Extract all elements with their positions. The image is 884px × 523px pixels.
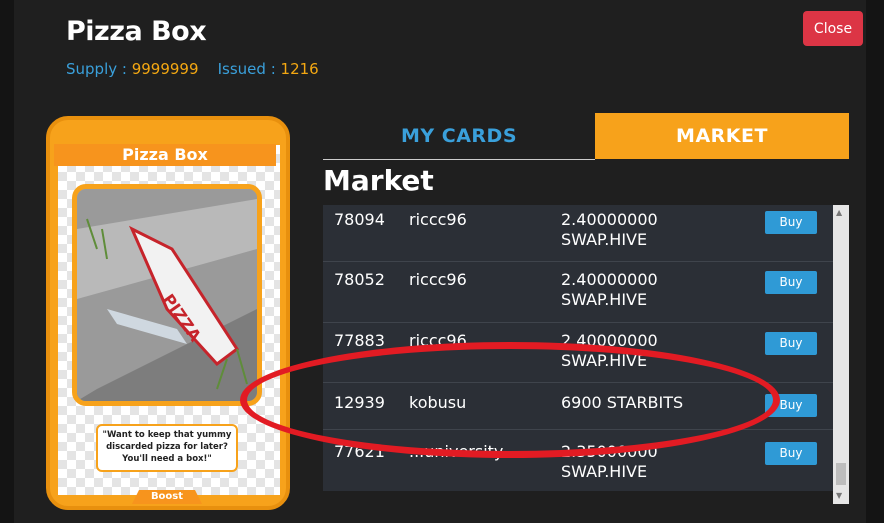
listing-id: 12939 <box>334 393 385 412</box>
table-row: 78052 riccc96 2.40000000 SWAP.HIVE Buy <box>323 262 833 323</box>
card-boost-label: Boost <box>132 490 202 504</box>
listing-price: 2.35000000 SWAP.HIVE <box>561 442 658 481</box>
table-row: 77621 ...university 2.35000000 SWAP.HIVE… <box>323 430 833 491</box>
listing-price: 6900 STARBITS <box>561 393 684 412</box>
listing-price: 2.40000000 SWAP.HIVE <box>561 331 658 370</box>
supply-value: 9999999 <box>131 60 199 78</box>
seller-name: ...university <box>409 442 504 461</box>
seller-name: riccc96 <box>409 331 467 350</box>
card-art: PIZZA <box>72 184 262 406</box>
listing-price: 2.40000000 SWAP.HIVE <box>561 270 658 309</box>
close-button[interactable]: Close <box>803 11 863 46</box>
table-row: 12939 kobusu 6900 STARBITS Buy <box>323 383 833 430</box>
seller-name: riccc96 <box>409 270 467 289</box>
listing-price: 2.40000000 SWAP.HIVE <box>561 210 658 249</box>
card-quote: "Want to keep that yummy discarded pizza… <box>96 424 238 472</box>
page-title: Pizza Box <box>66 16 207 47</box>
table-scrollbar[interactable]: ▲ ▼ <box>833 205 849 504</box>
market-table[interactable]: 78094 riccc96 2.40000000 SWAP.HIVE Buy 7… <box>323 205 833 491</box>
scroll-down-icon[interactable]: ▼ <box>836 491 842 500</box>
pizza-box-illustration: PIZZA <box>77 189 257 401</box>
scroll-up-icon[interactable]: ▲ <box>836 208 842 217</box>
tab-my-cards[interactable]: MY CARDS <box>323 113 595 160</box>
table-row: 77883 riccc96 2.40000000 SWAP.HIVE Buy <box>323 323 833 383</box>
listing-id: 77883 <box>334 331 385 350</box>
buy-button[interactable]: Buy <box>765 211 817 234</box>
supply-label: Supply : <box>66 60 127 78</box>
seller-name: riccc96 <box>409 210 467 229</box>
buy-button[interactable]: Buy <box>765 394 817 417</box>
market-heading: Market <box>323 164 434 197</box>
issued-label: Issued : <box>217 60 276 78</box>
buy-button[interactable]: Buy <box>765 332 817 355</box>
buy-button[interactable]: Buy <box>765 271 817 294</box>
scroll-thumb[interactable] <box>836 463 846 485</box>
listing-id: 78094 <box>334 210 385 229</box>
card-name-banner: Pizza Box <box>54 144 276 166</box>
supply-stats: Supply : 9999999 Issued : 1216 <box>66 60 319 78</box>
table-row: 78094 riccc96 2.40000000 SWAP.HIVE Buy <box>323 205 833 262</box>
issued-value: 1216 <box>280 60 319 78</box>
tab-market[interactable]: MARKET <box>595 113 849 159</box>
buy-button[interactable]: Buy <box>765 442 817 465</box>
seller-name: kobusu <box>409 393 467 412</box>
listing-id: 78052 <box>334 270 385 289</box>
listing-id: 77621 <box>334 442 385 461</box>
